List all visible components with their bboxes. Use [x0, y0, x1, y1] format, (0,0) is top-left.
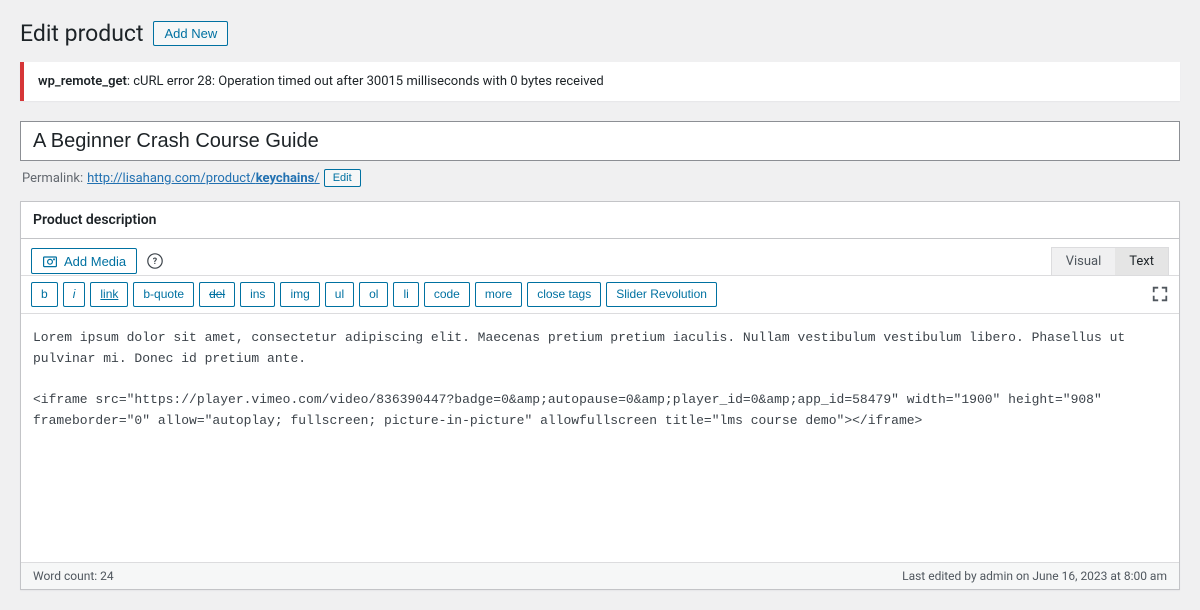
editor-tabs: Visual Text	[1051, 247, 1169, 275]
panel-title: Product description	[21, 202, 1179, 239]
qt-bold-button[interactable]: b	[31, 282, 58, 307]
qt-ins-button[interactable]: ins	[240, 282, 275, 307]
permalink-row: Permalink: http://lisahang.com/product/k…	[22, 169, 1178, 187]
content-textarea[interactable]	[21, 313, 1179, 558]
permalink-edit-button[interactable]: Edit	[324, 169, 361, 187]
add-media-button[interactable]: Add Media	[31, 248, 137, 274]
qt-ol-button[interactable]: ol	[359, 282, 388, 307]
add-media-label: Add Media	[64, 254, 126, 269]
qt-slider-button[interactable]: Slider Revolution	[606, 282, 717, 307]
fullscreen-icon[interactable]	[1151, 285, 1169, 303]
qt-italic-button[interactable]: i	[63, 282, 86, 307]
last-edited: Last edited by admin on June 16, 2023 at…	[902, 569, 1167, 583]
qt-more-button[interactable]: more	[475, 282, 522, 307]
qt-code-button[interactable]: code	[424, 282, 470, 307]
qt-link-button[interactable]: link	[90, 282, 128, 307]
tab-text[interactable]: Text	[1115, 248, 1168, 275]
qt-bquote-button[interactable]: b-quote	[133, 282, 194, 307]
permalink-label: Permalink:	[22, 171, 83, 186]
permalink-link[interactable]: http://lisahang.com/product/keychains/	[87, 171, 320, 186]
product-title-input[interactable]	[20, 121, 1180, 161]
help-icon[interactable]: ?	[147, 253, 163, 269]
tab-visual[interactable]: Visual	[1052, 248, 1116, 275]
qt-ul-button[interactable]: ul	[325, 282, 354, 307]
word-count: Word count: 24	[33, 569, 114, 583]
error-notice: wp_remote_get: cURL error 28: Operation …	[20, 62, 1180, 101]
qt-li-button[interactable]: li	[393, 282, 418, 307]
error-prefix: wp_remote_get	[38, 74, 127, 89]
svg-text:?: ?	[153, 257, 158, 267]
camera-icon	[42, 253, 58, 269]
page-title: Edit product	[20, 20, 143, 47]
qt-close-button[interactable]: close tags	[527, 282, 601, 307]
description-panel: Product description Add Media ? Visual T…	[20, 201, 1180, 590]
add-new-button[interactable]: Add New	[153, 21, 228, 46]
qt-del-button[interactable]: del	[199, 282, 235, 307]
error-message: : cURL error 28: Operation timed out aft…	[127, 74, 604, 89]
qt-img-button[interactable]: img	[280, 282, 319, 307]
